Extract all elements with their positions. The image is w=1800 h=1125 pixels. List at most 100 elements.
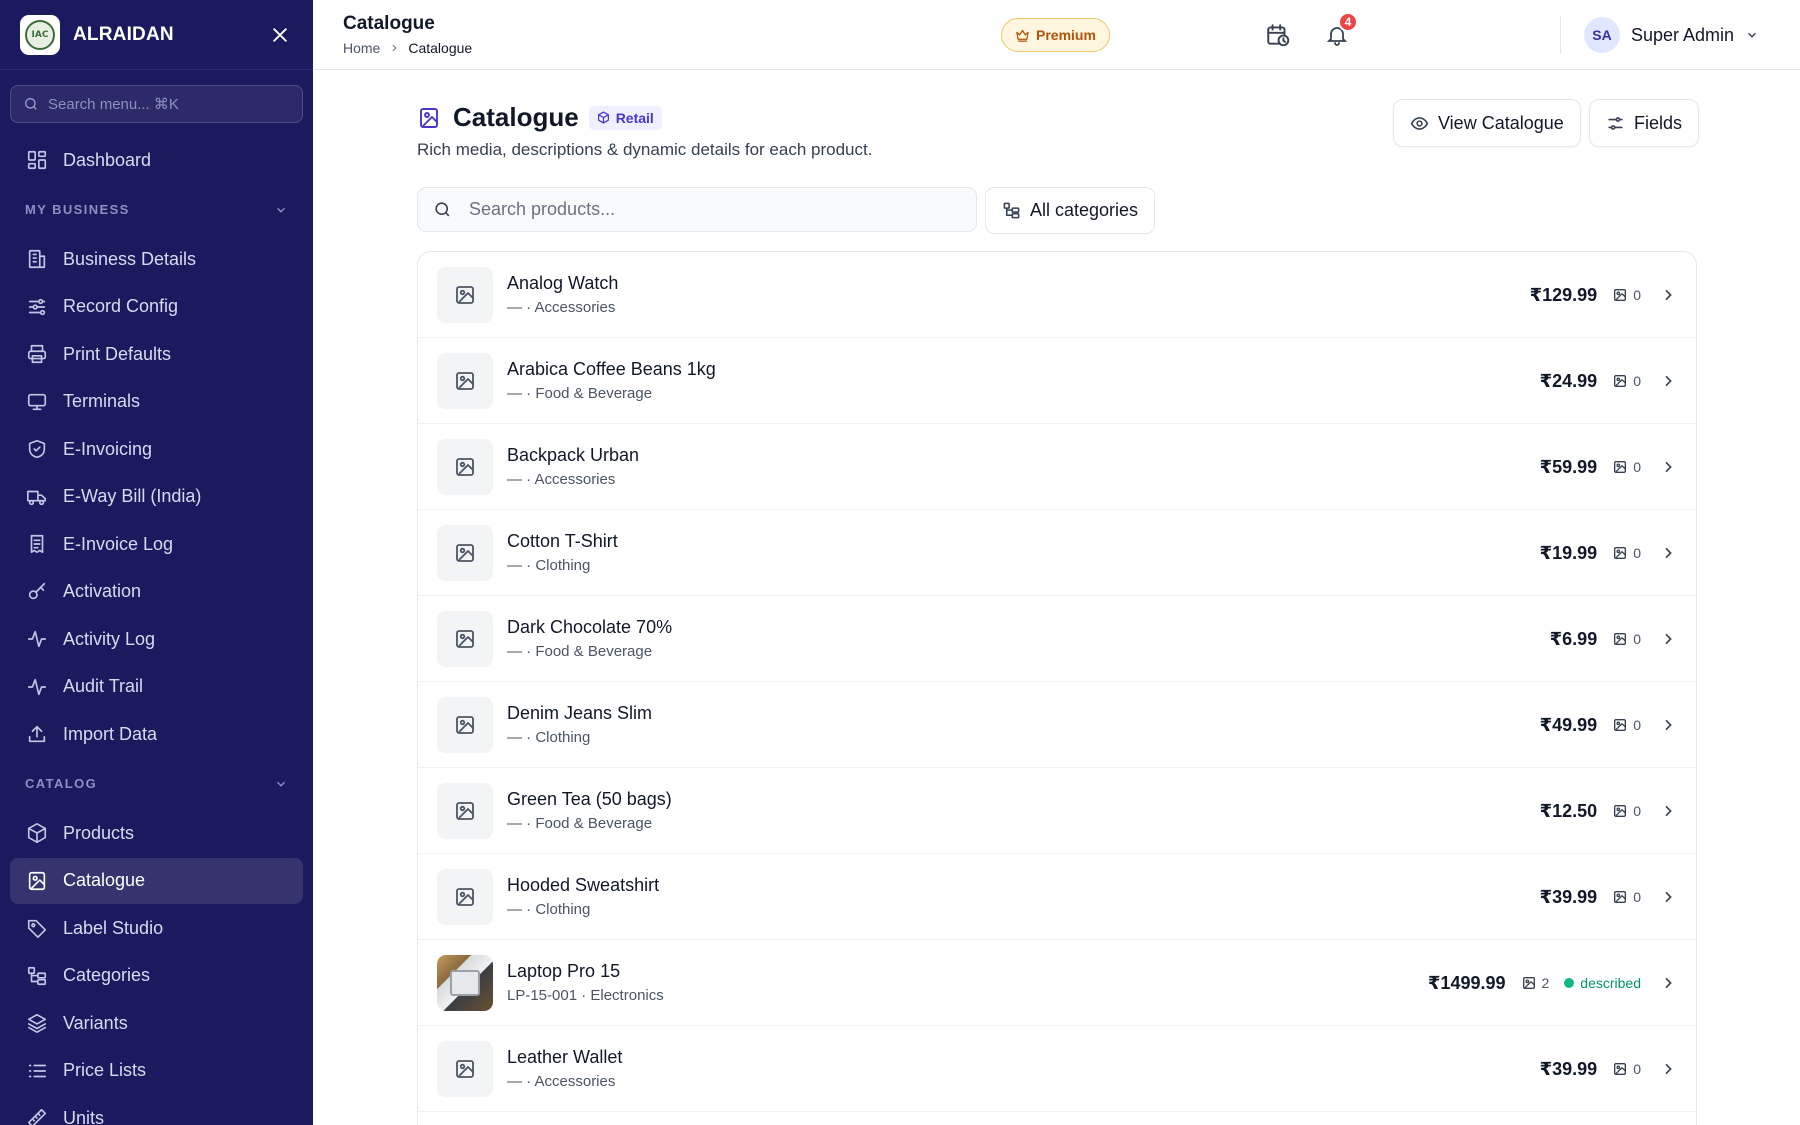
product-thumbnail xyxy=(437,955,493,1011)
brand-name: ALRAIDAN xyxy=(73,23,174,45)
image-count-value: 0 xyxy=(1633,459,1641,475)
product-row[interactable]: Backpack Urban — · Accessories ₹59.99 0 xyxy=(418,424,1696,510)
image-count: 0 xyxy=(1612,717,1641,733)
sidebar-section-catalog[interactable]: CATALOG xyxy=(0,759,313,809)
product-row[interactable]: Laptop Pro 15 LP-15-001 · Electronics ₹149… xyxy=(418,940,1696,1026)
sidebar-item-terminals[interactable]: Terminals xyxy=(10,379,303,425)
menu-search[interactable] xyxy=(10,85,303,123)
image-placeholder-icon xyxy=(456,544,474,562)
product-row[interactable]: Cotton T-Shirt — · Clothing ₹19.99 0 xyxy=(418,510,1696,596)
product-search-input[interactable] xyxy=(469,199,949,220)
view-catalogue-button[interactable]: View Catalogue xyxy=(1393,99,1581,147)
image-count: 0 xyxy=(1612,803,1641,819)
product-meta: — · Food & Beverage xyxy=(507,385,653,402)
sidebar-item-price-lists[interactable]: Price Lists xyxy=(10,1048,303,1094)
sidebar-section-my-business[interactable]: MY BUSINESS xyxy=(0,185,313,235)
chevron-right-icon xyxy=(1665,1063,1672,1075)
product-thumbnail xyxy=(437,267,493,323)
product-row[interactable]: Green Tea (50 bags) — · Food & Beverage ₹1… xyxy=(418,768,1696,854)
product-row[interactable]: Analog Watch — · Accessories ₹129.99 0 xyxy=(418,252,1696,338)
product-thumbnail xyxy=(437,783,493,839)
image-placeholder-icon xyxy=(456,802,474,820)
notifications-button[interactable]: 4 xyxy=(1322,12,1358,50)
sidebar-item-label-studio[interactable]: Label Studio xyxy=(10,905,303,951)
package-icon xyxy=(597,111,609,124)
image-icon xyxy=(1614,1063,1627,1075)
product-summary: ₹6.99 0 xyxy=(1550,596,1676,682)
sidebar: IAC ALRAIDAN Dashboard MY BUSINESS Busines… xyxy=(0,0,313,1125)
sidebar-item-business-details[interactable]: Business Details xyxy=(10,236,303,282)
chevron-right-icon xyxy=(1665,891,1672,903)
product-price: ₹6.99 xyxy=(1549,628,1598,649)
avatar: SA xyxy=(1584,17,1620,53)
header-divider xyxy=(1560,16,1561,54)
product-summary: ₹129.99 0 xyxy=(1530,252,1676,338)
sidebar-item-catalogue[interactable]: Catalogue xyxy=(10,857,303,904)
catalogue-icon xyxy=(420,107,438,128)
product-summary: ₹12.50 0 xyxy=(1540,768,1676,854)
product-meta: — · Clothing xyxy=(507,557,591,574)
sidebar-item-e-invoice-log[interactable]: E-Invoice Log xyxy=(10,521,303,567)
product-meta: — · Clothing xyxy=(507,901,591,918)
chevron-right-icon xyxy=(1665,375,1672,387)
product-meta: — · Clothing xyxy=(507,729,591,746)
sidebar-item-record-config[interactable]: Record Config xyxy=(10,284,303,330)
chevron-right-icon xyxy=(1665,461,1672,473)
fields-button[interactable]: Fields xyxy=(1589,99,1700,147)
receipt-icon xyxy=(30,534,44,554)
sidebar-item-dashboard[interactable]: Dashboard xyxy=(10,137,303,183)
sidebar-item-e-invoicing[interactable]: E-Invoicing xyxy=(10,426,303,472)
sidebar-item-units[interactable]: Units xyxy=(10,1095,303,1125)
product-row[interactable]: Dark Chocolate 70% — · Food & Beverage ₹6.… xyxy=(418,596,1696,682)
calendar-clock-button[interactable] xyxy=(1263,20,1293,50)
image-count: 0 xyxy=(1612,287,1641,303)
sliders-icon xyxy=(1608,116,1623,130)
chevron-right-icon xyxy=(1665,289,1672,301)
sidebar-item-categories[interactable]: Categories xyxy=(10,953,303,999)
image-icon xyxy=(1614,461,1627,473)
sidebar-item-audit-trail[interactable]: Audit Trail xyxy=(10,664,303,710)
sidebar-item-products[interactable]: Products xyxy=(10,810,303,856)
chevron-down-icon xyxy=(277,781,285,787)
tree-icon xyxy=(1003,202,1020,219)
product-summary: ₹39.99 0 xyxy=(1540,1026,1676,1112)
user-menu[interactable]: SA Super Admin xyxy=(1584,17,1759,53)
shield-check-icon xyxy=(28,439,46,459)
product-meta: — · Food & Beverage xyxy=(507,643,653,660)
brand-logo: IAC xyxy=(20,14,60,55)
menu-search-input[interactable] xyxy=(48,95,248,113)
premium-badge[interactable]: Premium xyxy=(1001,18,1110,52)
product-price: ₹39.99 xyxy=(1539,886,1598,907)
image-icon xyxy=(1614,375,1627,387)
sidebar-item-e-way-bill-india[interactable]: E-Way Bill (India) xyxy=(10,474,303,520)
product-row[interactable]: Hooded Sweatshirt — · Clothing ₹39.99 0 xyxy=(418,854,1696,940)
sidebar-item-label: Label Studio xyxy=(63,917,164,938)
sidebar-item-label: Activation xyxy=(63,581,142,601)
chevron-right-icon xyxy=(1665,805,1672,817)
image-placeholder-icon xyxy=(456,286,474,304)
sidebar-item-variants[interactable]: Variants xyxy=(10,1000,303,1046)
image-icon xyxy=(1614,547,1627,559)
product-name: Leather Wallet xyxy=(507,1047,623,1067)
close-sidebar-button[interactable] xyxy=(267,22,293,48)
sidebar-item-activity-log[interactable]: Activity Log xyxy=(10,616,303,662)
product-row[interactable]: Arabica Coffee Beans 1kg — · Food & Bever… xyxy=(418,338,1696,424)
header-title: Catalogue xyxy=(343,13,435,34)
product-row[interactable]: Denim Jeans Slim — · Clothing ₹49.99 0 xyxy=(418,682,1696,768)
sidebar-item-label: Activity Log xyxy=(63,628,156,649)
image-placeholder-icon xyxy=(456,888,474,906)
dashboard-icon xyxy=(27,150,47,170)
sidebar-item-import-data[interactable]: Import Data xyxy=(10,711,303,757)
image-count-value: 0 xyxy=(1633,1061,1641,1077)
product-search[interactable] xyxy=(417,187,977,232)
product-price: ₹39.99 xyxy=(1539,1058,1598,1079)
product-row[interactable]: Leather Wallet — · Accessories ₹39.99 0 xyxy=(418,1026,1696,1112)
sidebar-item-print-defaults[interactable]: Print Defaults xyxy=(10,331,303,377)
sidebar-item-activation[interactable]: Activation xyxy=(10,569,303,615)
image-count-value: 0 xyxy=(1633,717,1641,733)
breadcrumb-home[interactable]: Home xyxy=(343,40,380,56)
category-filter[interactable]: All categories xyxy=(985,187,1156,234)
page-subtitle: Rich media, descriptions & dynamic detai… xyxy=(417,140,873,159)
status-label: described xyxy=(1580,975,1641,991)
sidebar-item-label: E-Invoice Log xyxy=(63,533,174,554)
